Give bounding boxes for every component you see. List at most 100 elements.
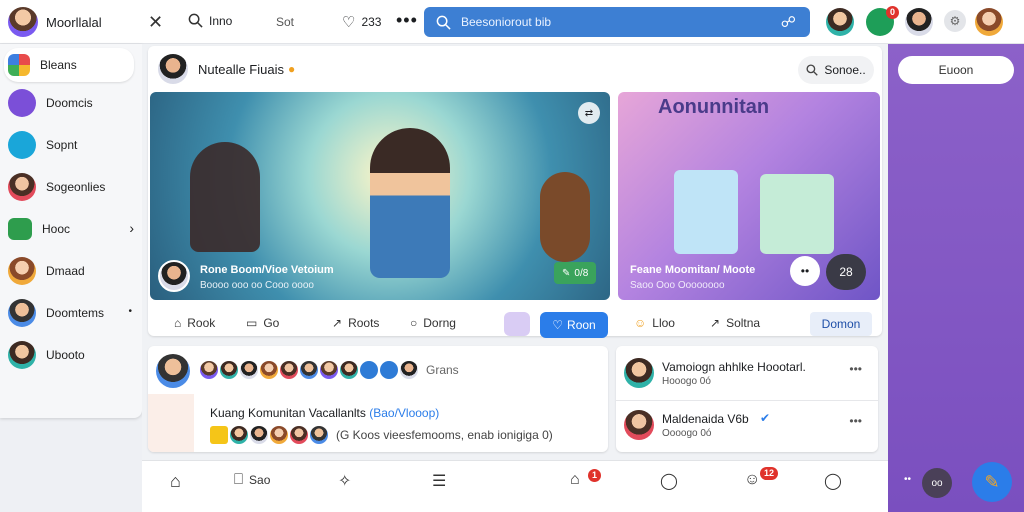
profile-area[interactable]: Moorllalal <box>8 7 102 37</box>
game-icon[interactable]: oo <box>922 468 952 498</box>
apps-icon <box>8 54 30 76</box>
right-rail: Euoon •• oo ✎ <box>888 44 1024 512</box>
friend-avatar[interactable] <box>826 8 854 36</box>
list-icon <box>8 218 32 240</box>
hero-image-right[interactable]: Aonunnitan Feane Moomitan/ Moote Saoo Oo… <box>618 92 880 300</box>
more-icon[interactable]: ••• <box>849 362 862 376</box>
user-avatar[interactable] <box>905 8 933 36</box>
sidebar-item-doomcis[interactable]: Doomcis <box>0 82 142 124</box>
avatar <box>320 361 338 379</box>
comment-button[interactable]: ▭ Go <box>246 316 279 330</box>
secondary-action-button[interactable]: Domon <box>810 312 872 336</box>
search-button[interactable]: ○ Dorng <box>410 316 456 330</box>
close-icon[interactable]: ✕ <box>148 12 163 33</box>
hero-subcaption: Saoo Ooo Oooooooo <box>630 280 725 291</box>
compose-icon[interactable]: ✎ <box>972 462 1012 502</box>
likes-counter[interactable]: ♡ 233 <box>342 13 381 31</box>
suggestion-item[interactable]: Maldenaida V6b ✔ Oooogo 0ó ••• <box>624 408 870 448</box>
explore-icon[interactable]: ✧ <box>338 471 351 491</box>
suggestion-item[interactable]: Vamoiogn ahhlke Hoootarl. Hooogo 0ó ••• <box>624 356 870 396</box>
sidebar-item-label: Doomtems <box>46 306 105 320</box>
avatar <box>200 361 218 379</box>
search-input[interactable]: Beesoniorout bib <box>461 15 551 29</box>
facebook-icon <box>380 361 398 379</box>
sidebar-item-bleans[interactable]: Bleans <box>4 48 134 82</box>
avatar[interactable] <box>158 54 188 84</box>
more-icon[interactable]: •• <box>790 256 820 286</box>
chevron-right-icon[interactable]: › <box>129 220 134 236</box>
book-tab[interactable]: ⎕ Sao <box>234 471 270 488</box>
sidebar-item-label: Hooc <box>42 222 71 236</box>
messages-icon[interactable]: ☺ <box>744 471 760 489</box>
reply-button[interactable]: ⌂ Rook <box>174 316 215 330</box>
sidebar-item-sogeonlies[interactable]: Sogeonlies <box>0 166 142 208</box>
filter-icon[interactable]: ☍ <box>781 13 796 31</box>
account-avatar[interactable] <box>975 8 1003 36</box>
book-icon: ⎕ <box>234 471 244 488</box>
character-figure <box>540 172 590 262</box>
post-side-panel <box>148 394 194 452</box>
shop-icon[interactable]: ⌂ <box>570 471 580 489</box>
user-icon[interactable]: ◯ <box>824 471 842 491</box>
heart-icon: ♡ <box>342 14 356 31</box>
hero-tag[interactable]: ✎ 0/8 <box>554 262 597 284</box>
sidebar-item-doomtems[interactable]: Doomtems • <box>0 292 142 334</box>
like-button[interactable]: ☺ Lloo <box>634 316 675 330</box>
avatar <box>300 361 318 379</box>
avatar[interactable] <box>8 7 38 37</box>
top-bar: Moorllalal ✕ Inno Sot ♡ 233 ••• Beesonio… <box>0 0 1024 44</box>
dot-icon: • <box>128 306 132 317</box>
sticker-icon[interactable] <box>504 312 530 336</box>
primary-action-button[interactable]: ♡ Roon <box>540 312 608 338</box>
composer-search-label: Sonoe.. <box>824 63 866 77</box>
hero-caption: Feane Moomitan/ Moote <box>630 264 756 276</box>
suggestions-card: Vamoiogn ahhlke Hoootarl. Hooogo 0ó ••• … <box>616 346 878 452</box>
share-icon[interactable]: ⇄ <box>578 102 600 124</box>
post-tag[interactable]: (Bao/Vlooop) <box>369 406 439 420</box>
avatar[interactable] <box>158 260 190 292</box>
sidebar-item-ubooto[interactable]: Ubooto <box>0 334 142 376</box>
avatar <box>240 361 258 379</box>
avatar <box>290 426 308 444</box>
post-card: Grans Kuang Komunitan Vacallanlts (Bao/V… <box>148 346 608 452</box>
sidebar-item-sopnt[interactable]: Sopnt <box>0 124 142 166</box>
list-icon[interactable]: ☰ <box>432 471 446 491</box>
settings-icon[interactable]: ⚙ <box>944 10 966 32</box>
right-rail-button[interactable]: Euoon <box>898 56 1014 84</box>
composer-header: Nutealle Fiuais ● <box>158 54 295 84</box>
home-icon: ⌂ <box>174 316 182 330</box>
sidebar-item-label: Sogeonlies <box>46 180 106 194</box>
share-button[interactable]: ↗ Roots <box>332 316 379 330</box>
hero-image-left[interactable]: ⇄ Rone Boom/Vioe Vetoium Boooo ooo oo Co… <box>150 92 610 300</box>
profile-icon[interactable]: ◯ <box>660 471 678 491</box>
avatar <box>624 358 654 388</box>
messages-badge: 12 <box>760 467 779 480</box>
post-title-row: Kuang Komunitan Vacallanlts (Bao/Vlooop) <box>210 406 439 420</box>
avatar <box>400 361 418 379</box>
search-icon <box>436 15 451 30</box>
more-icon[interactable]: ••• <box>396 10 418 31</box>
avatar[interactable] <box>156 354 190 388</box>
home-icon[interactable]: ⌂ <box>170 471 181 492</box>
action-bar-right: ☺ Lloo ↗ Soltna Domon <box>634 312 878 336</box>
avatar <box>8 173 36 201</box>
more-icon[interactable]: ••• <box>849 414 862 428</box>
book-tab-label: Sao <box>249 472 271 487</box>
search-shortcut[interactable]: Inno <box>188 13 232 28</box>
photo-frame <box>760 174 834 254</box>
sidebar: Bleans Doomcis Sopnt Sogeonlies Hooc › D… <box>0 44 142 418</box>
composer-search-button[interactable]: Sonoe.. <box>798 56 874 84</box>
avatar <box>230 426 248 444</box>
search-bar[interactable]: Beesoniorout bib ☍ <box>424 7 810 37</box>
share-button[interactable]: ↗ Soltna <box>710 316 760 330</box>
reaction-strip: Grans <box>200 361 459 379</box>
more-reactions-label[interactable]: Grans <box>426 363 459 377</box>
avatar <box>8 341 36 369</box>
bottom-nav: ⌂ ⎕ Sao ✧ ☰ ⌂ 1 ◯ ☺ 12 ◯ <box>142 460 888 512</box>
sort-label[interactable]: Sot <box>276 15 294 29</box>
sidebar-item-hooc[interactable]: Hooc › <box>0 208 142 250</box>
photo-frame <box>674 170 738 254</box>
avatar <box>310 426 328 444</box>
hero-tag[interactable]: 28 <box>826 254 866 290</box>
sidebar-item-dmaad[interactable]: Dmaad <box>0 250 142 292</box>
